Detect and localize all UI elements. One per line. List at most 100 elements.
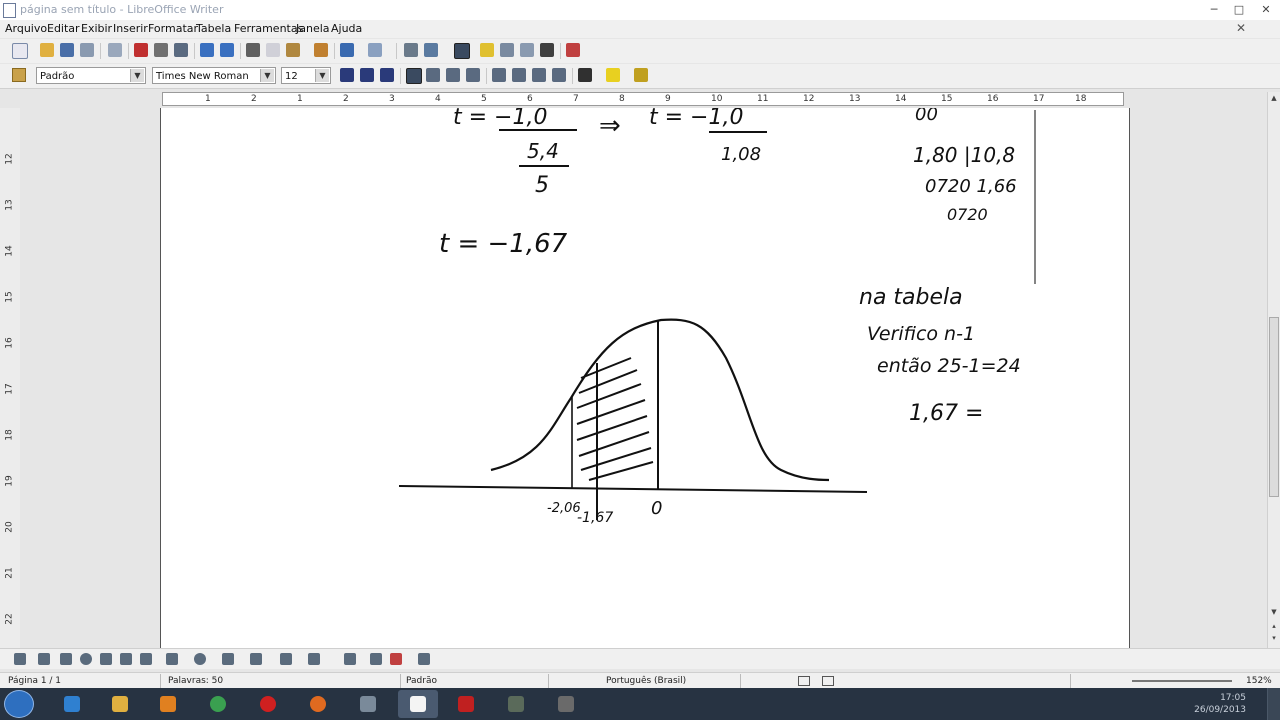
formatting-marks-icon[interactable] [540,43,554,57]
taskbar-recorder[interactable] [496,690,536,718]
points-icon[interactable] [344,653,356,665]
document-area[interactable]: t = −1,0 5,4 5 ⇒ t = −1,0 1,08 t = −1,67… [22,108,1266,648]
vertical-scrollbar[interactable]: ▲ ▼ ▴ ▾ [1267,92,1280,648]
select-icon[interactable] [14,653,26,665]
start-button[interactable] [4,690,34,718]
paste-icon[interactable] [286,43,300,57]
chevron-down-icon[interactable]: ▼ [260,69,274,82]
copy-icon[interactable] [266,43,280,57]
help-icon[interactable] [566,43,580,57]
show-desktop-button[interactable] [1267,688,1280,720]
highlight-icon[interactable] [606,68,620,82]
menu-inserir[interactable]: Inserir [113,22,148,35]
language[interactable]: Português (Brasil) [606,676,686,686]
callouts-icon[interactable] [280,653,292,665]
scroll-down-icon[interactable]: ▼ [1269,608,1279,619]
new-document-icon[interactable] [12,43,28,59]
decrease-indent-icon[interactable] [532,68,546,82]
selection-mode-icon[interactable] [798,676,810,686]
gallery-icon[interactable] [500,43,514,57]
numbering-icon[interactable] [492,68,506,82]
justify-icon[interactable] [466,68,480,82]
undo-icon[interactable] [340,43,354,57]
block-arrows-icon[interactable] [222,653,234,665]
open-folder-icon[interactable] [40,43,54,57]
fontwork-icon[interactable] [370,653,382,665]
freeform-icon[interactable] [100,653,112,665]
redo-icon[interactable] [368,43,382,57]
minimize-button[interactable]: ─ [1203,2,1225,17]
paragraph-style-select[interactable]: Padrão ▼ [36,67,146,84]
email-icon[interactable] [80,43,94,57]
font-color-icon[interactable] [578,68,592,82]
edit-file-icon[interactable] [108,43,122,57]
taskbar-chrome[interactable] [198,690,238,718]
cut-icon[interactable] [246,43,260,57]
font-size-select[interactable]: 12 ▼ [281,67,331,84]
from-file-icon[interactable] [390,653,402,665]
menu-janela[interactable]: Janela [296,22,330,35]
taskbar-media[interactable] [148,690,188,718]
menu-formatar[interactable]: Formatar [148,22,198,35]
page-style[interactable]: Padrão [406,676,437,686]
underline-icon[interactable] [380,68,394,82]
align-center-icon[interactable] [426,68,440,82]
horizontal-ruler[interactable]: 1 2 1 2 3 4 5 6 7 8 9 10 11 12 13 14 15 … [162,92,1124,106]
autospell-icon[interactable] [220,43,234,57]
print-icon[interactable] [154,43,168,57]
menu-ajuda[interactable]: Ajuda [331,22,362,35]
menu-editar[interactable]: Editar [47,22,80,35]
text-icon[interactable] [120,653,132,665]
taskbar-acrobat[interactable] [446,690,486,718]
next-page-icon[interactable]: ▾ [1269,634,1279,645]
save-icon[interactable] [60,43,74,57]
ellipse-icon[interactable] [80,653,92,665]
align-right-icon[interactable] [446,68,460,82]
taskbar-opera[interactable] [248,690,288,718]
taskbar-explorer[interactable] [100,690,140,718]
export-pdf-icon[interactable] [134,43,148,57]
menu-tabela[interactable]: Tabela [196,22,231,35]
menu-ferramentas[interactable]: Ferramentas [234,22,303,35]
show-draw-functions-icon[interactable] [454,43,470,59]
background-color-icon[interactable] [634,68,648,82]
zoom-slider[interactable] [1132,680,1232,682]
callout-icon[interactable] [140,653,152,665]
bold-icon[interactable] [340,68,354,82]
menu-arquivo[interactable]: Arquivo [5,22,47,35]
taskbar-app[interactable] [348,690,388,718]
basic-shapes-icon[interactable] [166,653,178,665]
document-page[interactable]: t = −1,0 5,4 5 ⇒ t = −1,0 1,08 t = −1,67… [160,108,1130,648]
clone-format-icon[interactable] [314,43,328,57]
vertical-ruler[interactable]: 12 13 14 15 16 17 18 19 20 21 22 [0,108,20,648]
taskbar-writer[interactable] [398,690,438,718]
stars-icon[interactable] [308,653,320,665]
taskbar-ie[interactable] [52,690,92,718]
close-button[interactable]: ✕ [1255,2,1277,17]
align-left-icon[interactable] [406,68,422,84]
styles-icon[interactable] [12,68,26,82]
flowchart-icon[interactable] [250,653,262,665]
taskbar-firefox[interactable] [298,690,338,718]
extrusion-icon[interactable] [418,653,430,665]
hyperlink-icon[interactable] [404,43,418,57]
menu-exibir[interactable]: Exibir [81,22,112,35]
italic-icon[interactable] [360,68,374,82]
previous-page-icon[interactable]: ▴ [1269,622,1279,633]
rectangle-icon[interactable] [60,653,72,665]
close-document-button[interactable]: ✕ [1236,21,1246,35]
spellcheck-icon[interactable] [200,43,214,57]
print-preview-icon[interactable] [174,43,188,57]
increase-indent-icon[interactable] [552,68,566,82]
table-icon[interactable] [424,43,438,57]
maximize-button[interactable]: □ [1228,2,1250,17]
symbol-shapes-icon[interactable] [194,653,206,665]
scroll-up-icon[interactable]: ▲ [1269,94,1279,105]
line-icon[interactable] [38,653,50,665]
bullets-icon[interactable] [512,68,526,82]
scrollbar-thumb[interactable] [1269,317,1279,497]
font-name-select[interactable]: Times New Roman ▼ [152,67,276,84]
zoom-level[interactable]: 152% [1246,676,1272,686]
chevron-down-icon[interactable]: ▼ [130,69,144,82]
navigator-icon[interactable] [480,43,494,57]
